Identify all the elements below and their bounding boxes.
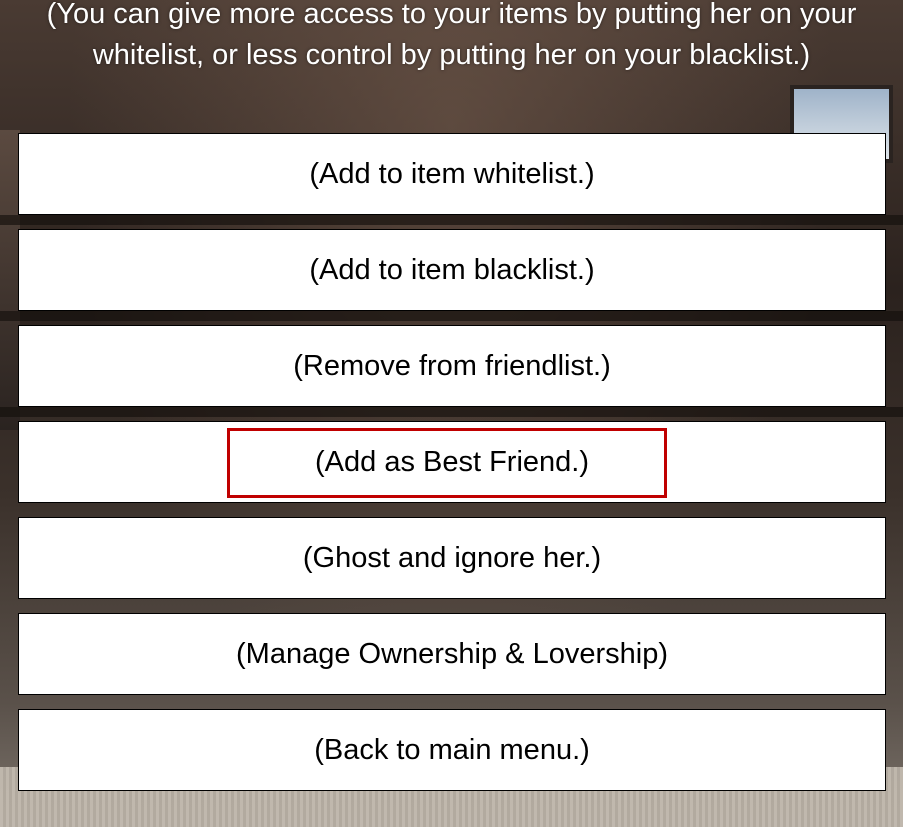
menu-button-label: (Add to item whitelist.) [309, 157, 595, 190]
ghost-ignore-button[interactable]: (Ghost and ignore her.) [18, 517, 886, 599]
remove-from-friendlist-button[interactable]: (Remove from friendlist.) [18, 325, 886, 407]
background-wall [0, 130, 20, 430]
menu-button-label: (Back to main menu.) [314, 733, 590, 766]
menu-button-label: (Add to item blacklist.) [309, 253, 595, 286]
menu-button-label: (Remove from friendlist.) [293, 349, 611, 382]
add-to-whitelist-button[interactable]: (Add to item whitelist.) [18, 133, 886, 215]
manage-ownership-lovership-button[interactable]: (Manage Ownership & Lovership) [18, 613, 886, 695]
menu-button-label: (Add as Best Friend.) [315, 445, 589, 478]
dialog-prompt: (You can give more access to your items … [46, 0, 857, 71]
dialog-menu: (Add to item whitelist.) (Add to item bl… [18, 133, 886, 805]
back-to-main-menu-button[interactable]: (Back to main menu.) [18, 709, 886, 791]
add-to-blacklist-button[interactable]: (Add to item blacklist.) [18, 229, 886, 311]
add-best-friend-button[interactable]: (Add as Best Friend.) [18, 421, 886, 503]
menu-button-label: (Manage Ownership & Lovership) [236, 637, 668, 670]
menu-button-label: (Ghost and ignore her.) [302, 541, 602, 574]
